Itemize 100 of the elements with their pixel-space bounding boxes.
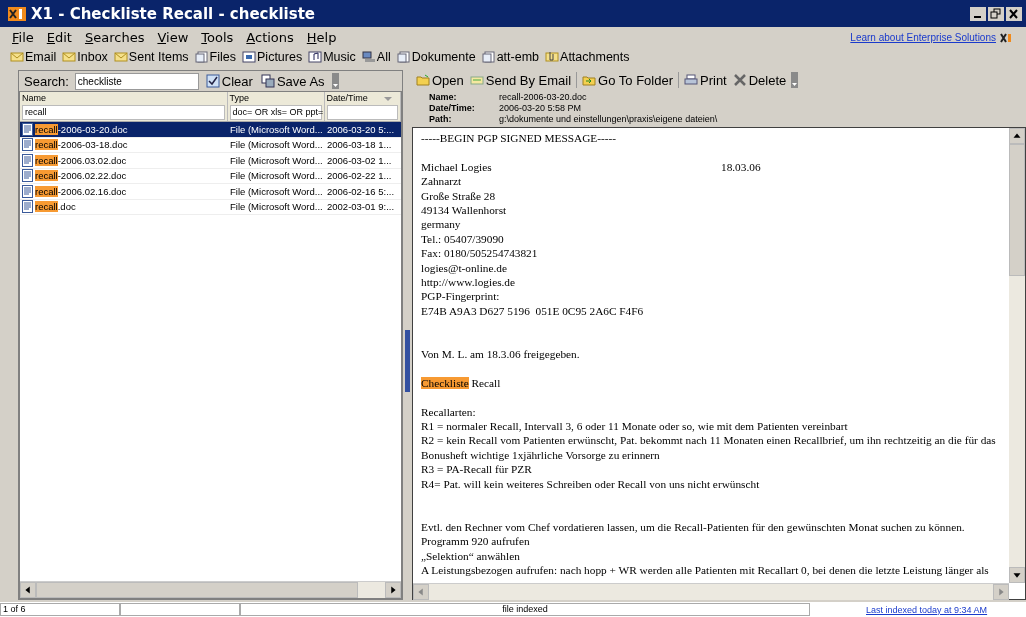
favorite-button[interactable]: All [361, 50, 391, 64]
menu-item[interactable]: Actions [246, 30, 294, 45]
document-text: Checkliste Recall [421, 375, 501, 391]
minimize-icon[interactable] [970, 6, 986, 21]
document-icon [22, 122, 33, 136]
scroll-left-button[interactable] [20, 582, 36, 598]
filter-field[interactable] [326, 105, 398, 120]
close-icon[interactable] [1006, 6, 1022, 21]
overflow-icon[interactable] [791, 72, 799, 88]
favorite-button[interactable]: Dokumente [396, 50, 476, 64]
search-field[interactable]: checkliste [74, 72, 199, 90]
detail-value: g:\dokumente und einstellungen\praxis\eigene dateien\ [499, 114, 719, 125]
menu-item[interactable]: Tools [201, 30, 234, 45]
document-text: E74B A9A3 D627 5196 051E 0C95 2A6C F4F6 [421, 303, 644, 319]
detail-label: Date/Time: [429, 103, 476, 114]
document-text: logies@t-online.de [421, 260, 507, 276]
document-icon [22, 138, 33, 152]
file-type: File (Microsoft Word... [230, 139, 323, 151]
filter-field[interactable]: recall [22, 105, 225, 120]
music-icon [308, 51, 323, 63]
scroll-down-button[interactable] [1009, 567, 1025, 583]
file-date: 2006-02-16 5:... [327, 185, 395, 197]
sort-icon[interactable] [384, 97, 392, 101]
favorite-button[interactable]: Inbox [62, 50, 108, 64]
app-logo-icon [8, 5, 26, 22]
menu-item[interactable]: File [12, 30, 34, 45]
print-button[interactable]: Print [683, 72, 728, 88]
favorite-button[interactable]: Files [194, 50, 236, 64]
document-icon [396, 51, 411, 63]
document-icon [22, 200, 33, 214]
document-text: 49134 Wallenhorst [421, 203, 507, 218]
column-header[interactable]: Date/Time [326, 93, 398, 105]
scroll-thumb[interactable] [1009, 144, 1025, 276]
file-date: 2002-03-01 9:... [327, 201, 395, 213]
save-as-button[interactable]: Save As [259, 73, 326, 89]
menu-item[interactable]: Edit [46, 30, 72, 45]
scroll-thumb[interactable] [36, 582, 358, 598]
envelope-icon [10, 51, 24, 63]
file-row[interactable]: recall-2006.02.22.doc File (Microsoft Word... 2006-02-22 1... [20, 168, 401, 184]
column-header[interactable]: Type [229, 93, 322, 105]
restore-icon[interactable] [988, 6, 1004, 21]
menu-item[interactable]: Help [306, 30, 337, 45]
window-title: X1 - Checkliste Recall - checkliste [31, 4, 316, 23]
checkbox-icon [205, 74, 220, 88]
file-date: 2006-02-22 1... [327, 170, 392, 182]
document-text: Von M. L. am 18.3.06 freigegeben. [421, 347, 580, 362]
favorite-button[interactable]: Attachments [545, 50, 630, 64]
envelope-icon [62, 51, 77, 63]
last-indexed-link[interactable]: Last indexed today at 9:34 AM [866, 604, 988, 615]
file-date: 2006-03-20 5:... [327, 123, 395, 135]
document-text: http://www.logies.de [421, 275, 516, 290]
attachment-icon [545, 51, 560, 63]
overflow-icon[interactable] [331, 73, 339, 89]
open-button[interactable]: Open [415, 72, 465, 88]
enterprise-link[interactable]: Learn about Enterprise Solutions [850, 32, 996, 43]
vertical-scrollbar[interactable] [1009, 128, 1025, 583]
file-row[interactable]: recall-2006.02.16.doc File (Microsoft Word... 2006-02-16 5:... [20, 184, 401, 200]
filter-field[interactable]: doc= OR xls= OR ppt= [229, 105, 322, 120]
file-row[interactable]: recall-2006.03.02.doc File (Microsoft Word... 2006-03-02 1... [20, 153, 401, 169]
favorite-button[interactable]: att-emb [481, 50, 540, 64]
file-name: recall.doc [35, 201, 76, 213]
printer-icon [684, 74, 698, 86]
computer-icon [361, 51, 376, 63]
search-label: Search: [24, 73, 69, 89]
document-icon [22, 169, 33, 183]
file-name: recall-2006.02.16.doc [35, 185, 127, 197]
document-text: R2 = kein Recall vom Patienten erwünscht, Pat. bekommt nach 11 Monaten einen Recallbrief, um ihn rechtzeitig an die für das Bonusheft wichtige 1xjährliche Vorsorge zu erinnern [421, 433, 997, 463]
menu-item[interactable]: View [157, 30, 189, 45]
document-date: 18.03.06 [721, 159, 761, 175]
menu-item[interactable]: Searches [84, 30, 145, 45]
favorite-button[interactable]: Sent Items [113, 50, 189, 64]
file-name: recall-2006-03-20.doc [35, 123, 128, 135]
detail-value: 2006-03-20 5:58 PM [499, 103, 583, 114]
document-text: Große Straße 28 [421, 188, 496, 203]
column-header[interactable]: Name [22, 93, 225, 105]
file-row[interactable]: recall.doc File (Microsoft Word... 2002-03-01 9:... [20, 199, 401, 215]
detail-label: Path: [429, 114, 453, 125]
delete-button[interactable]: Delete [731, 72, 788, 88]
document-text: Evtl. den Rechner vom Chef vordatieren lassen, um die Recall-Patienten für den gewünschten Monat suchen zu können. [421, 519, 965, 535]
file-row[interactable]: recall-2006-03-18.doc File (Microsoft Word... 2006-03-18 1... [20, 137, 401, 153]
document-text: R4= Pat. will kein weiteres Schreiben oder Recall von uns nicht erwünscht [421, 476, 760, 492]
document-text: Programm 920 aufrufen [421, 534, 530, 549]
envelope-icon [113, 51, 128, 63]
picture-icon [242, 51, 256, 63]
cross-icon [732, 74, 747, 86]
file-row[interactable]: recall-2006-03-20.doc File (Microsoft Word... 2006-03-20 5:... [20, 122, 401, 138]
scroll-up-button[interactable] [1009, 128, 1025, 144]
horizontal-scrollbar[interactable] [20, 581, 401, 598]
folder-icon [582, 74, 597, 86]
file-name: recall-2006-03-18.doc [35, 139, 128, 151]
status-message: file indexed [240, 603, 810, 616]
app-logo-icon [1000, 32, 1014, 43]
send-email-button[interactable]: Send By Email [468, 72, 573, 88]
go-to-folder-button[interactable]: Go To Folder [581, 72, 674, 88]
clear-button[interactable]: Clear [204, 73, 254, 89]
scroll-right-button[interactable] [385, 582, 401, 598]
favorite-button[interactable]: Pictures [242, 50, 303, 64]
file-type: File (Microsoft Word... [230, 154, 323, 166]
favorite-button[interactable]: Email [10, 50, 57, 64]
favorite-button[interactable]: Music [308, 50, 356, 64]
